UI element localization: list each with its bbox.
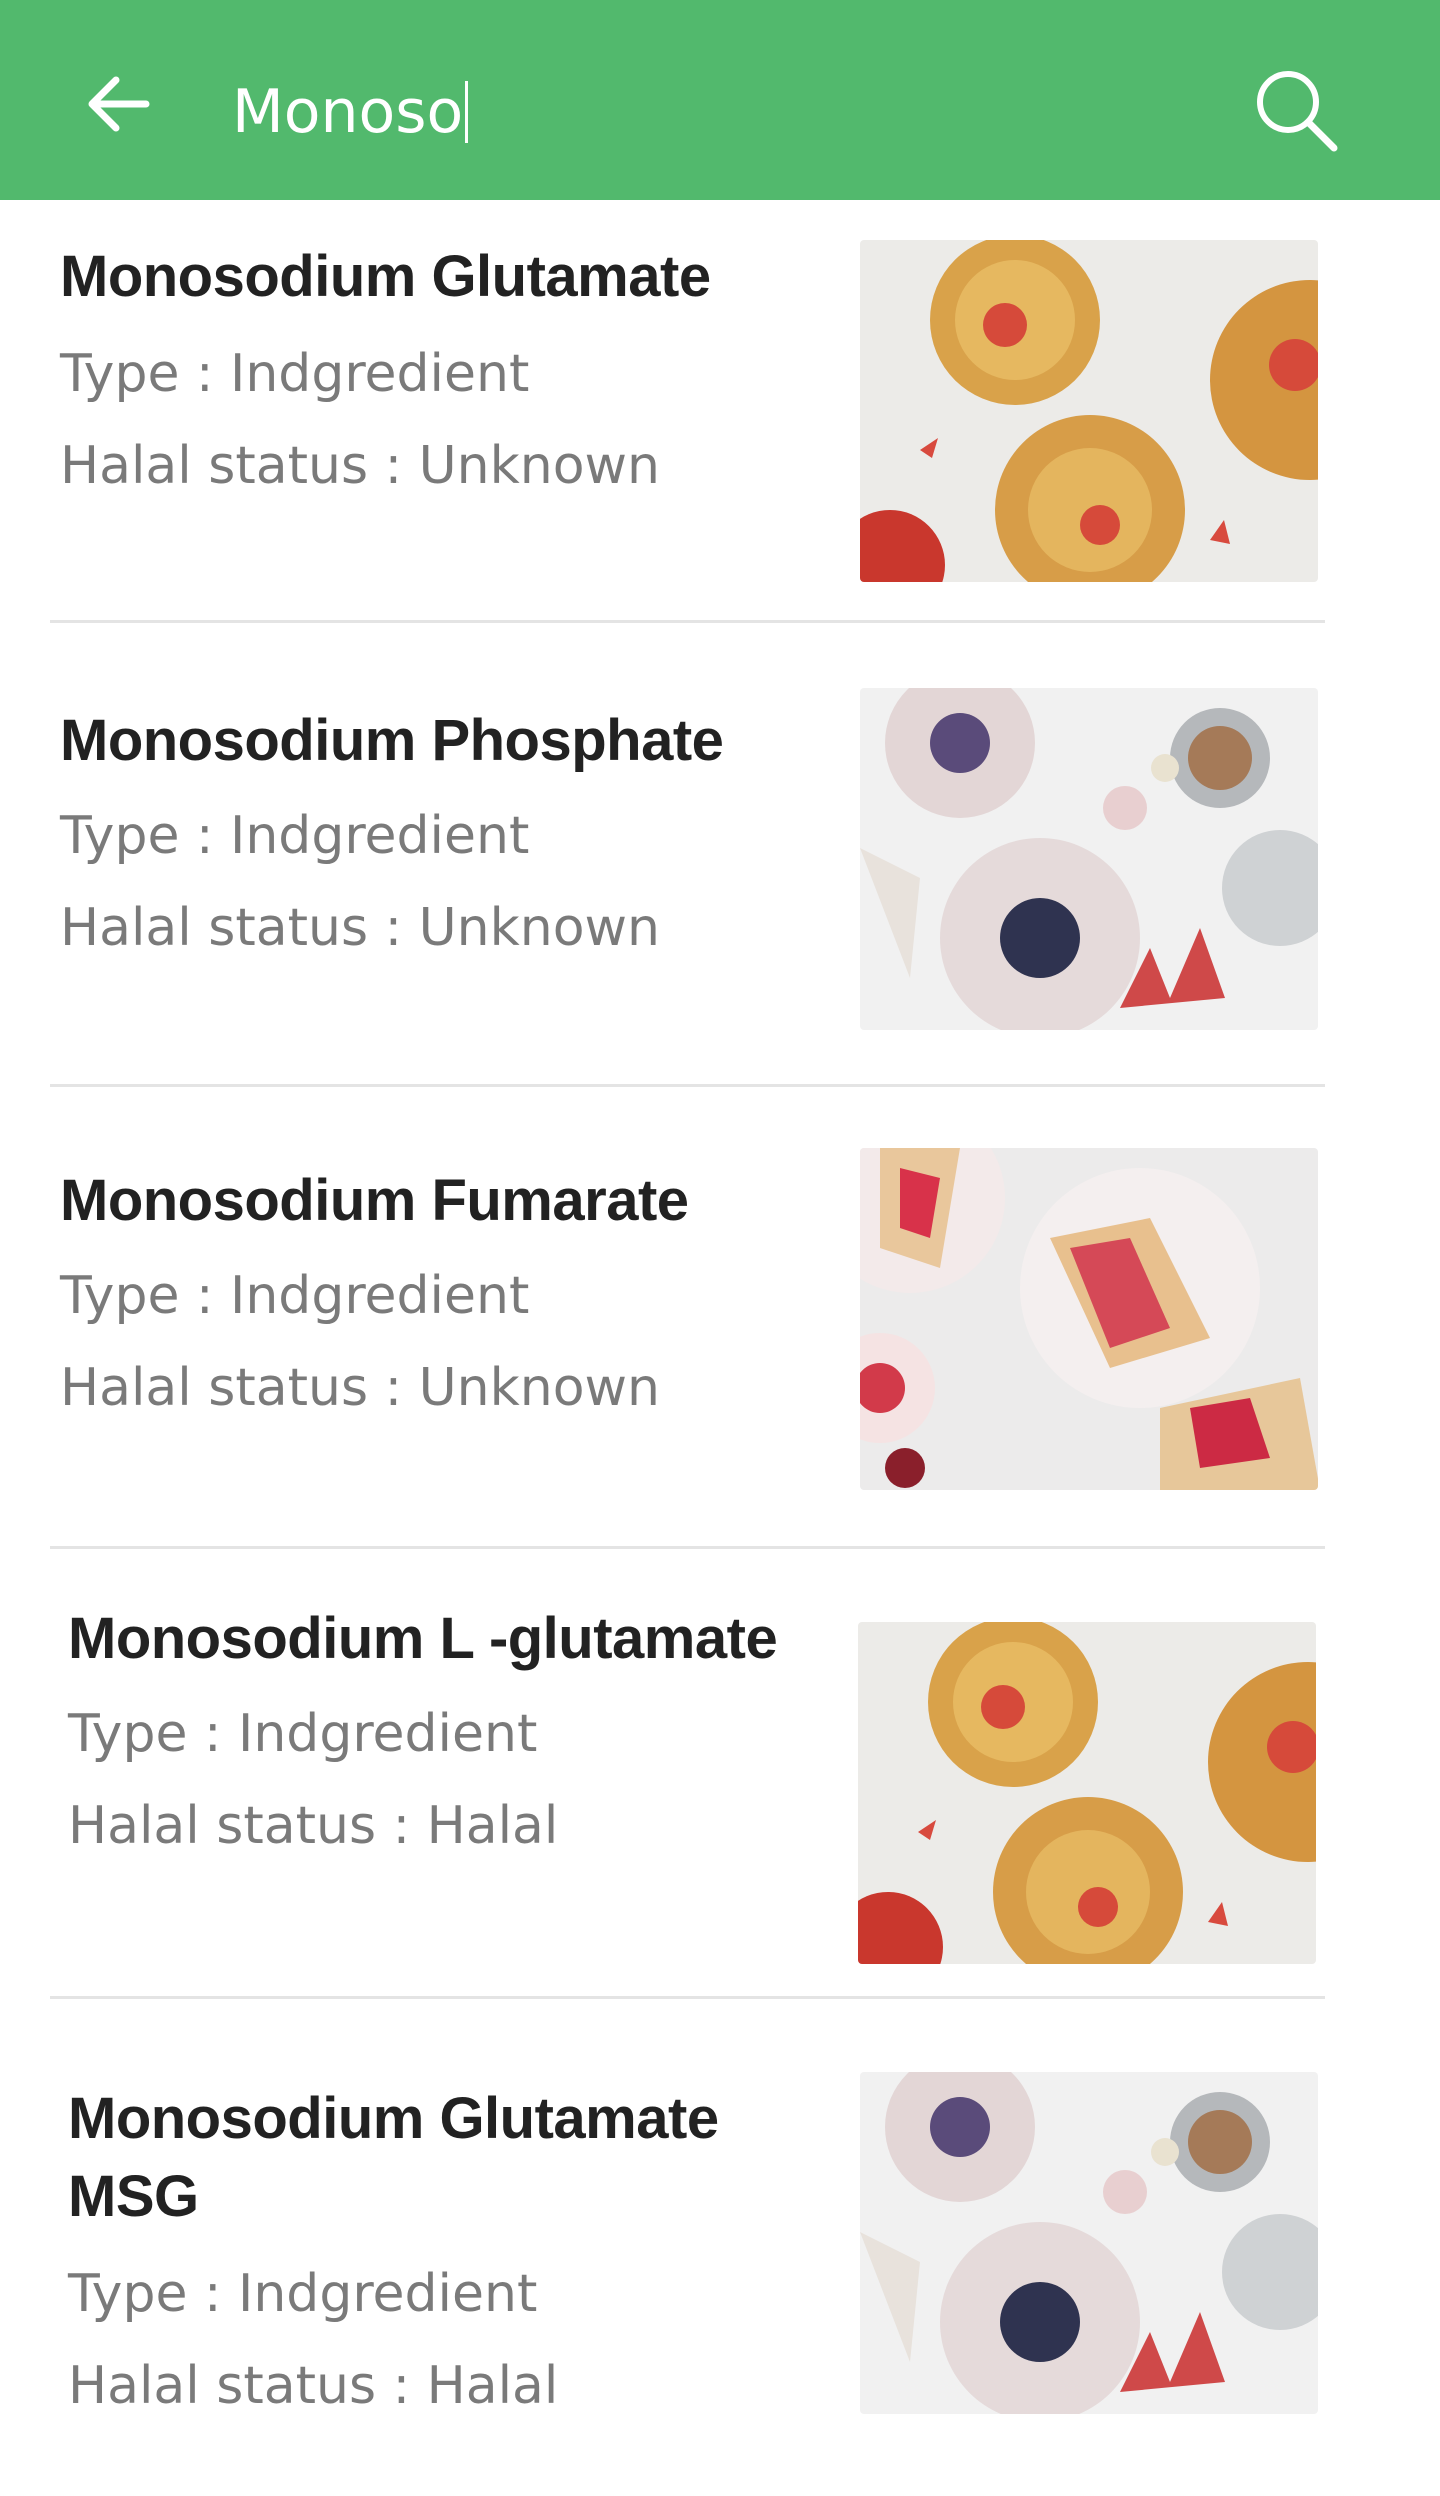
divider (50, 1546, 1325, 1549)
back-button[interactable] (78, 64, 158, 144)
item-type: Type : Indgredient (60, 806, 530, 866)
text-caret (465, 81, 469, 143)
item-halal-status: Halal status : Unknown (60, 436, 661, 496)
item-halal-status: Halal status : Unknown (60, 1358, 661, 1418)
item-title: Monosodium Fumarate (60, 1168, 689, 1233)
search-input[interactable]: Monoso (232, 72, 469, 152)
item-image (858, 1622, 1316, 1964)
item-halal-status: Halal status : Halal (68, 1796, 559, 1856)
item-type: Type : Indgredient (60, 344, 530, 404)
item-image (860, 688, 1318, 1030)
item-image (860, 2072, 1318, 2414)
item-title: Monosodium L -glutamate (68, 1606, 778, 1671)
item-title: Monosodium Phosphate (60, 708, 724, 773)
divider (50, 1084, 1325, 1087)
item-title: Monosodium Glutamate (60, 244, 711, 309)
search-button[interactable] (1246, 60, 1346, 160)
item-type: Type : Indgredient (60, 1266, 530, 1326)
divider (50, 1996, 1325, 1999)
app-bar: Monoso (0, 0, 1440, 200)
item-title: Monosodium Glutamate MSG (68, 2086, 719, 2229)
item-type: Type : Indgredient (68, 2264, 538, 2324)
search-icon (1257, 71, 1338, 152)
item-image (860, 240, 1318, 582)
search-query: Monoso (232, 77, 464, 147)
item-image (860, 1148, 1318, 1490)
item-type: Type : Indgredient (68, 1704, 538, 1764)
item-halal-status: Halal status : Halal (68, 2356, 559, 2416)
divider (50, 620, 1325, 623)
item-halal-status: Halal status : Unknown (60, 898, 661, 958)
arrow-left-icon (88, 76, 150, 132)
